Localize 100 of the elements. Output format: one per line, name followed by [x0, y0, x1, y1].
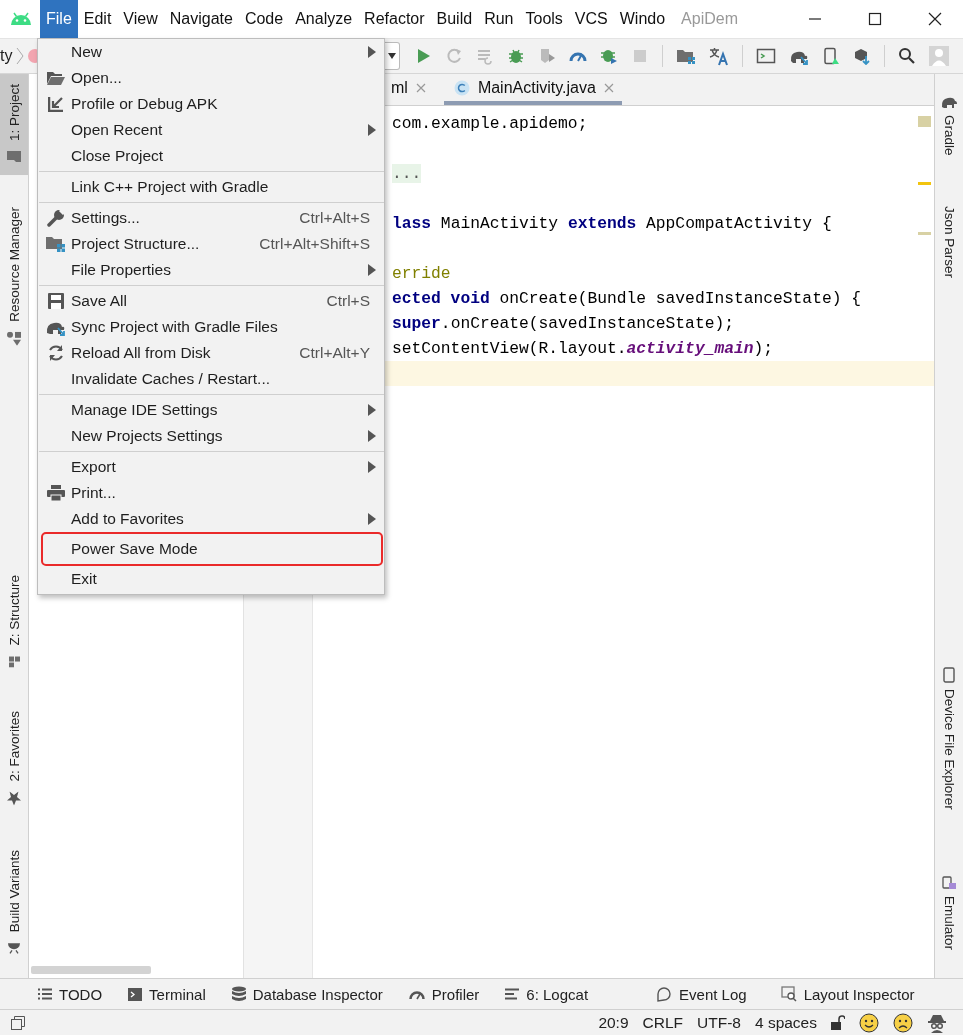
incognito-hat-icon[interactable]: [927, 1012, 947, 1033]
close-tab-icon[interactable]: [603, 82, 614, 93]
tool-window-button[interactable]: Profiler: [404, 985, 484, 1003]
menu-bar-item[interactable]: File: [40, 0, 78, 38]
tool-window-tab[interactable]: Z: Structure: [0, 564, 28, 680]
status-bar-item[interactable]: CRLF: [642, 1013, 684, 1032]
database-icon: [231, 986, 246, 1002]
menu-bar-item[interactable]: Run: [478, 0, 520, 38]
debug-icon[interactable]: [507, 47, 525, 65]
emulator-icon: [942, 875, 956, 890]
menu-item[interactable]: New: [38, 39, 384, 65]
device-manager-icon[interactable]: [822, 47, 840, 65]
android-icon: [7, 942, 21, 954]
tool-window-button[interactable]: Database Inspector: [227, 985, 387, 1003]
menu-bar-item[interactable]: Tools: [519, 0, 569, 38]
arrow-into-corner-icon: [47, 96, 64, 112]
menu-bar-item[interactable]: VCS: [568, 0, 614, 38]
menu-bar-item[interactable]: Build: [430, 0, 479, 38]
code-line: lass MainActivity extends AppCompatActivity {: [392, 213, 832, 235]
tool-window-tab[interactable]: 2: Favorites: [0, 701, 28, 818]
status-bar-item[interactable]: 20:9: [598, 1013, 629, 1032]
menu-item[interactable]: Manage IDE Settings: [38, 397, 384, 423]
run-config-dropdown[interactable]: [385, 42, 400, 70]
tool-window-button[interactable]: Terminal: [124, 985, 210, 1003]
menu-bar-item[interactable]: View: [117, 0, 164, 38]
caret-icon: [387, 52, 397, 60]
wrench-icon: [46, 209, 65, 227]
open-folder-icon: [46, 71, 65, 85]
menu-bar-item[interactable]: Edit: [77, 0, 118, 38]
menu-item[interactable]: Close Project: [38, 143, 384, 169]
search-icon[interactable]: [898, 47, 916, 65]
folder-icon: [7, 151, 21, 164]
attach-debugger-icon[interactable]: [600, 47, 618, 65]
menu-bar-item[interactable]: Navigate: [163, 0, 239, 38]
code-line: erride: [392, 263, 451, 285]
tool-window-button[interactable]: Layout Inspector: [776, 985, 919, 1003]
status-bar-item[interactable]: UTF-8: [697, 1013, 741, 1032]
warning-stripe-marker[interactable]: [918, 182, 931, 185]
error-stripe-marker[interactable]: [918, 232, 931, 235]
breadcrumb-item[interactable]: ty: [0, 47, 13, 65]
tool-window-tab[interactable]: Build Variants: [0, 839, 28, 966]
layout-inspector-icon: [780, 986, 797, 1002]
folder-grid-icon: [45, 236, 66, 252]
reload-icon: [46, 344, 65, 362]
shield-play-icon[interactable]: [538, 47, 556, 65]
sdk-box-icon[interactable]: [853, 47, 871, 65]
menu-item[interactable]: Settings... Ctrl+Alt+S: [38, 205, 384, 231]
editor-tab[interactable]: ml: [387, 74, 434, 105]
structure-icon: [8, 655, 20, 668]
unlocked-padlock-icon[interactable]: [831, 1014, 845, 1031]
menu-item[interactable]: Open...: [38, 65, 384, 91]
menu-item[interactable]: File Properties: [38, 257, 384, 283]
menu-item[interactable]: Link C++ Project with Gradle: [38, 174, 384, 200]
project-structure-icon[interactable]: [676, 47, 696, 65]
menu-item[interactable]: Sync Project with Gradle Files: [38, 314, 384, 340]
menu-item[interactable]: Reload All from Disk Ctrl+Alt+Y: [38, 340, 384, 366]
tool-windows-toggle-icon[interactable]: [10, 1014, 26, 1031]
maximize-icon[interactable]: [868, 12, 882, 26]
smiley-icon[interactable]: [859, 1012, 879, 1033]
tool-window-tab[interactable]: 1: Project: [0, 74, 28, 176]
tool-window-tab[interactable]: Resource Manager: [0, 197, 28, 358]
close-icon[interactable]: [928, 12, 942, 26]
code-line: com.example.apidemo;: [392, 113, 588, 135]
code-line: setContentView(R.layout.activity_main);: [392, 338, 774, 360]
menu-bar-item[interactable]: Code: [238, 0, 290, 38]
breadcrumb-chevron-icon: [16, 46, 25, 66]
menu-item[interactable]: Power Save Mode: [41, 532, 383, 566]
list-icon: [38, 988, 52, 1000]
speech-bubble-icon: [656, 986, 673, 1002]
scrollbar-thumb[interactable]: [31, 966, 151, 974]
menu-item[interactable]: Save All Ctrl+S: [38, 288, 384, 314]
menu-item[interactable]: Project Structure... Ctrl+Alt+Shift+S: [38, 231, 384, 257]
elephant-icon: [941, 96, 957, 109]
menu-item[interactable]: Open Recent: [38, 117, 384, 143]
menu-item[interactable]: Print...: [38, 480, 384, 506]
menu-item[interactable]: Add to Favorites: [38, 506, 384, 532]
menu-item[interactable]: Invalidate Caches / Restart...: [38, 366, 384, 392]
lines-icon: [505, 988, 520, 1000]
menu-bar-item[interactable]: Refactor: [358, 0, 431, 38]
android-logo-icon: [10, 12, 32, 26]
menu-item[interactable]: Exit: [38, 566, 384, 592]
menu-item[interactable]: Profile or Debug APK: [38, 91, 384, 117]
window-title: ApiDem: [681, 10, 738, 28]
tool-window-button[interactable]: Event Log: [652, 985, 751, 1003]
tool-window-button[interactable]: 6: Logcat: [501, 985, 593, 1003]
tool-window-tab[interactable]: Emulator: [935, 863, 963, 960]
menu-item[interactable]: Export: [38, 454, 384, 480]
close-tab-icon[interactable]: [415, 82, 426, 93]
error-stripe-marker[interactable]: [918, 116, 931, 127]
tool-window-tab[interactable]: Gradle: [935, 84, 963, 166]
tool-window-tab[interactable]: Json Parser: [935, 193, 963, 288]
status-bar-item[interactable]: 4 spaces: [754, 1013, 817, 1032]
tool-window-button[interactable]: TODO: [34, 985, 107, 1003]
menu-bar-item[interactable]: Analyze: [289, 0, 359, 38]
terminal-window-icon[interactable]: [756, 47, 776, 65]
sad-face-icon[interactable]: [893, 1012, 913, 1033]
translate-icon[interactable]: [709, 46, 729, 66]
menu-item[interactable]: New Projects Settings: [38, 423, 384, 449]
tool-window-tab[interactable]: Device File Explorer: [935, 655, 963, 820]
menu-bar-item[interactable]: Windo: [613, 0, 672, 38]
